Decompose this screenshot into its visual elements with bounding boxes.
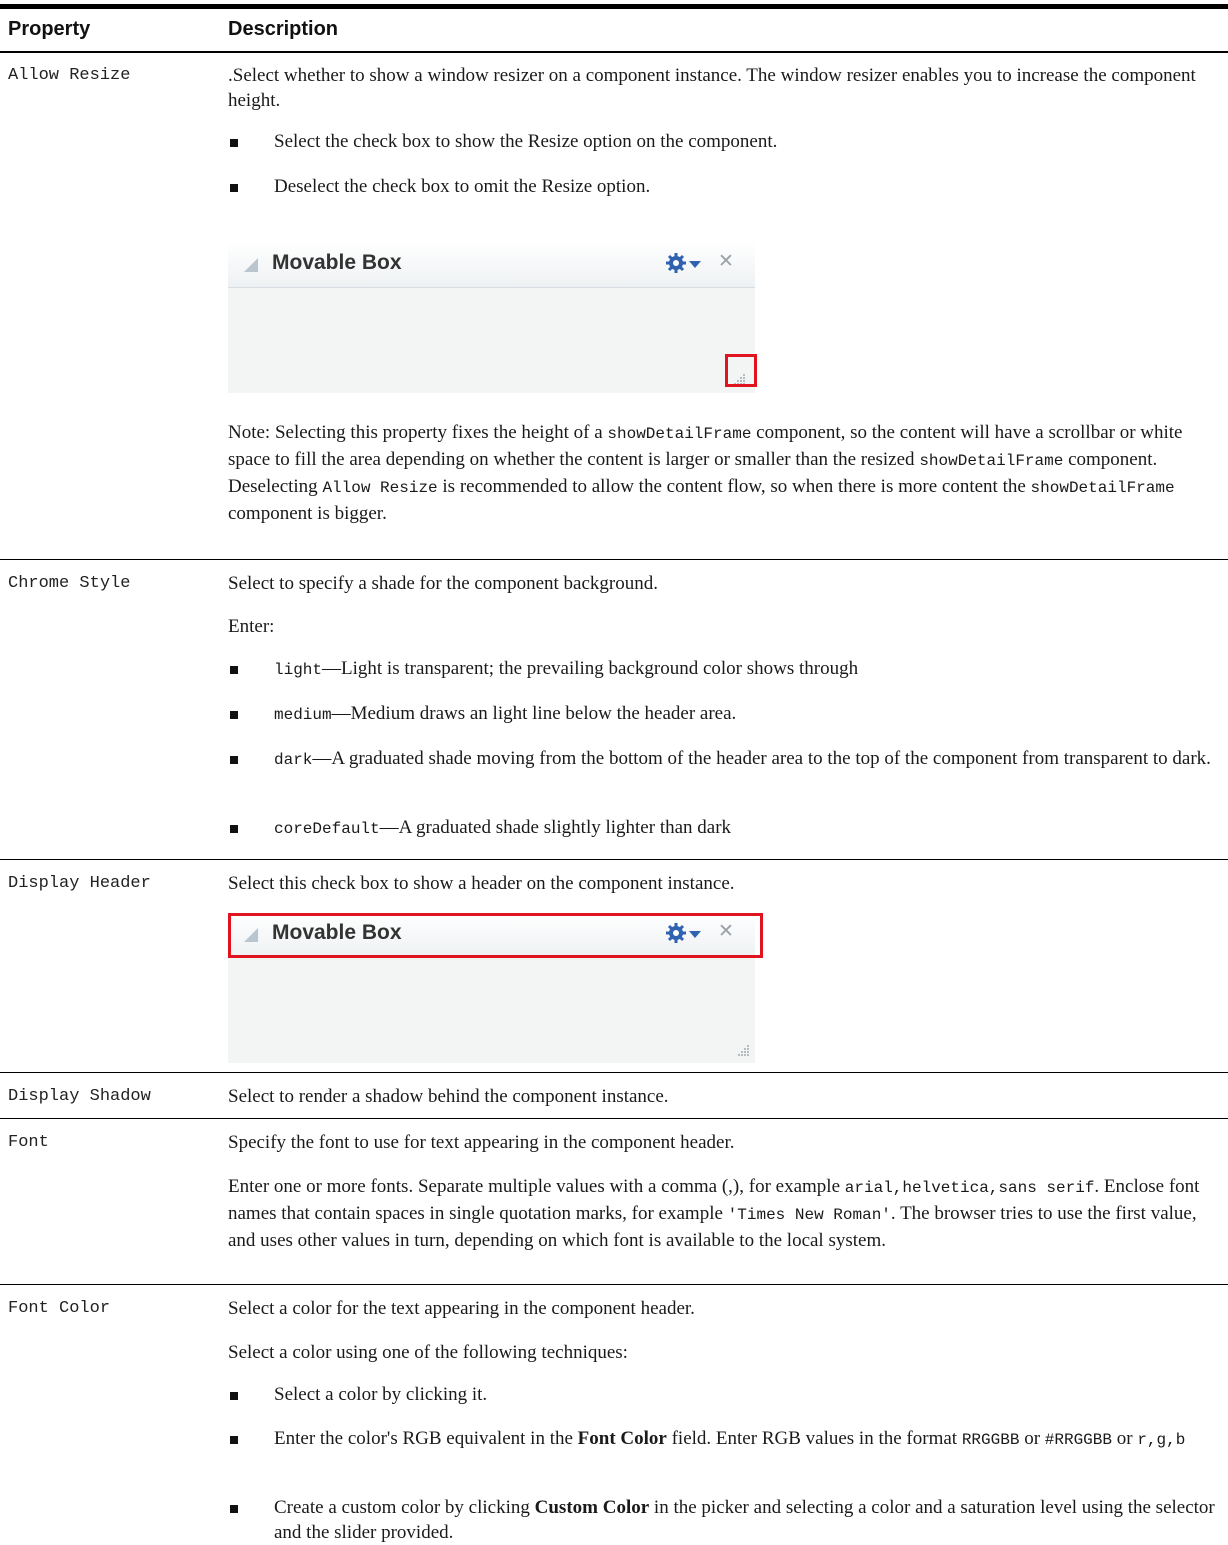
table-header-row: Property Description [0, 9, 1228, 51]
chrome-style-bullet-medium: medium—Medium draws an light line below … [274, 703, 737, 724]
chrome-style-intro: Select to specify a shade for the compon… [228, 573, 658, 594]
property-name-display-shadow: Display Shadow [8, 1087, 151, 1106]
chrome-style-bullet-coredefault: coreDefault—A graduated shade slightly l… [274, 817, 732, 838]
bullet-marker [230, 711, 238, 719]
property-name-font-color: Font Color [8, 1299, 111, 1318]
font-intro: Specify the font to use for text appeari… [228, 1132, 735, 1153]
allow-resize-note: Note: Selecting this property fixes the … [228, 422, 1183, 524]
movable-box-resize-example: Movable Box ✕ [228, 241, 755, 393]
resize-grip-icon [738, 1045, 749, 1056]
movable-box-header: Movable Box ✕ [228, 241, 755, 288]
font-color-intro: Select a color for the text appearing in… [228, 1298, 695, 1319]
row-divider [0, 559, 1228, 560]
bullet-marker [230, 756, 238, 764]
movable-box-title: Movable Box [272, 251, 402, 274]
property-name-chrome-style: Chrome Style [8, 574, 131, 593]
chrome-style-bullet-dark: dark—A graduated shade moving from the b… [274, 748, 1211, 769]
property-name-display-header: Display Header [8, 874, 151, 893]
chrome-style-bullet-light: light—Light is transparent; the prevaili… [274, 658, 859, 679]
font-color-techniques: Select a color using one of the followin… [228, 1342, 628, 1363]
close-icon: ✕ [718, 250, 734, 272]
display-header-intro: Select this check box to show a header o… [228, 873, 735, 894]
resize-highlight-box [725, 354, 757, 387]
bullet-marker [230, 1436, 238, 1444]
gear-icon [666, 253, 686, 273]
font-color-bullet-2: Enter the color's RGB equivalent in the … [274, 1428, 1186, 1449]
row-divider [0, 859, 1228, 860]
row-divider [0, 1118, 1228, 1119]
font-color-bullet-1: Select a color by clicking it. [274, 1384, 488, 1405]
allow-resize-bullet-2: Deselect the check box to omit the Resiz… [274, 176, 651, 197]
allow-resize-bullet-1: Select the check box to show the Resize … [274, 131, 778, 152]
header-highlight-box [228, 913, 763, 958]
header-rule [0, 51, 1228, 53]
row-divider [0, 1284, 1228, 1285]
bullet-marker [230, 184, 238, 192]
font-instructions: Enter one or more fonts. Separate multip… [228, 1176, 1200, 1251]
bullet-marker [230, 139, 238, 147]
allow-resize-intro: .Select whether to show a window resizer… [228, 65, 1196, 111]
chevron-down-icon [689, 261, 701, 268]
row-divider [0, 1072, 1228, 1073]
bullet-marker [230, 1392, 238, 1400]
bullet-marker [230, 1505, 238, 1513]
property-name-allow-resize: Allow Resize [8, 66, 131, 85]
display-shadow-intro: Select to render a shadow behind the com… [228, 1086, 669, 1107]
font-color-bullet-3: Create a custom color by clicking Custom… [274, 1497, 1215, 1543]
collapse-triangle-icon [244, 258, 258, 272]
bullet-marker [230, 666, 238, 674]
column-header-description: Description [228, 18, 339, 40]
column-header-property: Property [8, 18, 91, 40]
property-name-font: Font [8, 1133, 49, 1152]
bullet-marker [230, 825, 238, 833]
chrome-style-enter: Enter: [228, 616, 275, 637]
